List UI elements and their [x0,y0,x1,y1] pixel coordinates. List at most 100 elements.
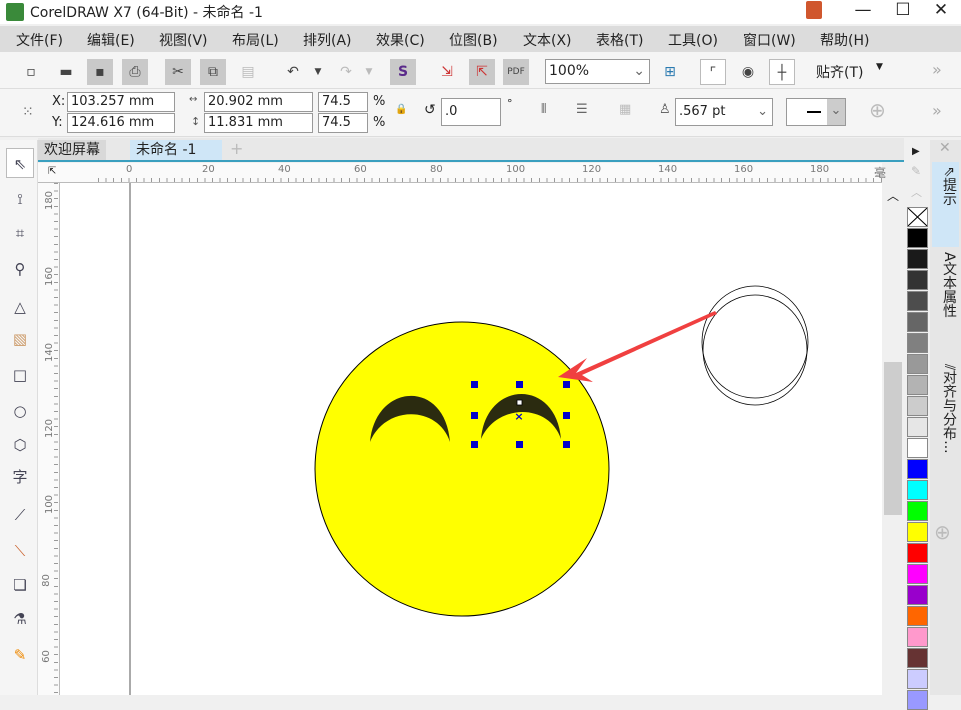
user-avatar-icon[interactable] [806,1,822,19]
menu-table[interactable]: 表格(T) [596,30,643,50]
x-position-field[interactable]: 103.257 mm [67,92,175,112]
open-icon[interactable]: ▬ [53,59,79,85]
color-swatch[interactable] [907,333,928,353]
add-docker-icon[interactable]: ⊕ [934,520,951,544]
show-guidelines-icon[interactable]: ┼ [769,59,795,85]
snap-dropdown-icon[interactable]: ▼ [876,62,883,72]
menu-edit[interactable]: 编辑(E) [87,30,135,50]
show-grid-icon[interactable]: ◉ [735,59,761,85]
menu-layout[interactable]: 布局(L) [232,30,279,50]
selection-handle[interactable] [471,381,478,388]
cut-icon[interactable]: ✂ [165,59,191,85]
pick-tool-icon[interactable]: ⇖ [6,148,34,178]
rectangle-tool-icon[interactable]: □ [6,360,34,390]
copy-icon[interactable]: ⧉ [200,59,226,85]
lock-ratio-icon[interactable]: 🔒 [395,104,407,115]
docker-tab-align-distribute[interactable]: ⫽对齐与分布... [932,360,959,478]
transparency-tool-icon[interactable]: ⚗ [6,604,34,634]
menu-help[interactable]: 帮助(H) [820,30,869,50]
new-document-icon[interactable]: ▫ [18,59,44,85]
no-fill-swatch[interactable] [907,207,928,227]
dimension-tool-icon[interactable]: ⟋ [6,500,34,530]
outline-circle-2[interactable] [702,294,808,406]
connector-tool-icon[interactable]: ⟍ [6,536,34,566]
selection-handle[interactable] [471,441,478,448]
menu-arrange[interactable]: 排列(A) [303,30,352,50]
drop-shadow-tool-icon[interactable]: ❏ [6,570,34,600]
color-swatch[interactable] [907,501,928,521]
width-field[interactable]: 20.902 mm [204,92,313,112]
menu-text[interactable]: 文本(X) [523,30,572,50]
zoom-level-select[interactable]: 100% ⌄ [545,59,650,84]
vertical-ruler[interactable]: 180 160 140 120 100 80 60 [38,183,60,695]
snap-to-menu[interactable]: 贴齐(T) [816,62,863,82]
show-rulers-icon[interactable]: ⌜ [700,59,726,85]
color-swatch[interactable] [907,480,928,500]
color-swatch[interactable] [907,522,928,542]
outline-width-select[interactable]: .567 pt ⌄ [675,98,773,126]
mirror-vertical-icon[interactable]: ☰ [576,102,588,117]
eyedropper-icon[interactable]: ✎ [911,164,921,178]
toolbar-overflow-button[interactable]: » [932,60,942,79]
smiley-face-circle[interactable] [314,321,610,617]
color-swatch[interactable] [907,375,928,395]
paste-icon[interactable]: ▤ [235,59,261,85]
color-swatch[interactable] [907,396,928,416]
selection-handle[interactable] [471,412,478,419]
tab-untitled-1[interactable]: 未命名 -1 [130,140,222,160]
color-swatch[interactable] [907,648,928,668]
undo-dropdown-icon[interactable]: ▼ [305,59,331,85]
height-field[interactable]: 11.831 mm [204,113,313,133]
docker-tab-hints[interactable]: ⇖提示 [932,162,959,247]
tab-welcome-screen[interactable]: 欢迎屏幕 [38,140,106,160]
reference-point-icon[interactable]: ⁙ [22,104,34,120]
eyedropper-tool-icon[interactable]: ✎ [6,640,34,670]
y-position-field[interactable]: 124.616 mm [67,113,175,133]
export-icon[interactable]: ⇱ [469,59,495,85]
color-swatch[interactable] [907,669,928,689]
menu-bitmaps[interactable]: 位图(B) [449,30,498,50]
selection-handle[interactable] [516,441,523,448]
menu-effects[interactable]: 效果(C) [376,30,425,50]
drawing-canvas[interactable]: × [60,183,882,695]
selection-handle[interactable] [563,381,570,388]
smart-fill-tool-icon[interactable]: ▧ [6,324,34,354]
selection-handle[interactable] [563,441,570,448]
scroll-up-icon[interactable]: ︿ [887,187,899,204]
rotation-field[interactable]: .0 [441,98,501,126]
mirror-horizontal-icon[interactable]: ⫴ [541,102,546,117]
color-swatch[interactable] [907,585,928,605]
color-swatch[interactable] [907,564,928,584]
color-swatch[interactable] [907,543,928,563]
ruler-origin-icon[interactable]: ⇱ [48,166,56,177]
horizontal-ruler[interactable]: ⇱ 020406080100120140160180 毫米 [38,163,886,197]
crop-tool-icon[interactable]: ⌗ [6,218,34,248]
color-swatch[interactable] [907,438,928,458]
print-icon[interactable]: ⎙ [122,59,148,85]
text-tool-icon[interactable]: 字 [6,462,34,492]
minimize-button[interactable]: — [846,0,880,22]
color-swatch[interactable] [907,690,928,710]
scale-y-field[interactable]: 74.5 [318,113,368,133]
ellipse-tool-icon[interactable]: ○ [6,396,34,426]
polygon-tool-icon[interactable]: ⬡ [6,430,34,460]
full-screen-preview-icon[interactable]: ⊞ [657,59,683,85]
color-swatch[interactable] [907,291,928,311]
color-swatch[interactable] [907,270,928,290]
add-preset-icon[interactable]: ⊕ [869,98,886,122]
outline-circle-1[interactable] [701,285,809,399]
menu-window[interactable]: 窗口(W) [743,30,796,50]
color-swatch[interactable] [907,417,928,437]
vertical-scrollbar[interactable]: ︿ [882,183,904,695]
property-bar-overflow-button[interactable]: » [932,101,942,120]
selection-handle[interactable] [516,381,523,388]
publish-pdf-icon[interactable]: PDF [503,59,529,85]
palette-menu-arrow-icon[interactable]: ▶ [912,146,920,157]
zoom-tool-icon[interactable]: ⚲ [6,254,34,284]
color-swatch[interactable] [907,459,928,479]
docker-tab-text-properties[interactable]: A文本属性 [932,248,959,358]
save-icon[interactable]: ▪ [87,59,113,85]
color-swatch[interactable] [907,354,928,374]
palette-scroll-up-icon[interactable]: ︿ [911,184,922,200]
menu-view[interactable]: 视图(V) [159,30,208,50]
